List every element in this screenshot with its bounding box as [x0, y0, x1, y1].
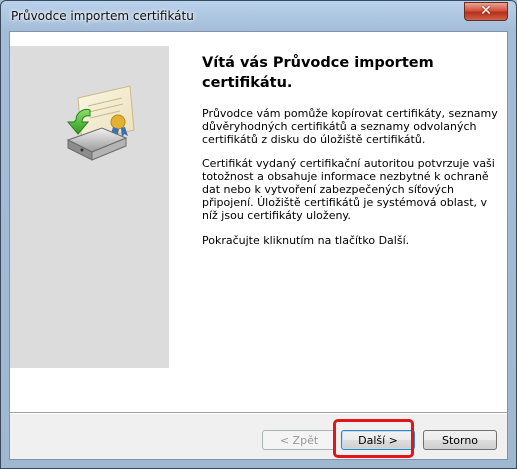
wizard-side-panel — [10, 46, 169, 368]
back-button[interactable]: < Zpět — [262, 430, 336, 450]
intro-paragraph: Průvodce vám pomůže kopírovat certifikát… — [202, 107, 498, 146]
wizard-main-area: Vítá vás Průvodce importem certifikátu. … — [169, 32, 507, 408]
close-icon: ✕ — [480, 3, 492, 19]
dialog-client-area: Vítá vás Průvodce importem certifikátu. … — [9, 31, 508, 460]
window-title: Průvodce importem certifikátu — [11, 9, 194, 23]
title-bar[interactable]: Průvodce importem certifikátu ✕ — [1, 1, 516, 31]
close-button[interactable]: ✕ — [464, 2, 508, 21]
next-button-highlight — [333, 419, 414, 458]
wizard-heading: Vítá vás Průvodce importem certifikátu. — [202, 55, 434, 91]
certificate-import-icon — [66, 85, 135, 161]
certificate-import-wizard-window: Průvodce importem certifikátu ✕ Vítá vás… — [0, 0, 517, 469]
description-paragraph: Certifikát vydaný certifikační autoritou… — [202, 157, 495, 222]
cancel-button[interactable]: Storno — [423, 430, 497, 450]
continue-instruction: Pokračujte kliknutím na tlačítko Další. — [202, 234, 410, 247]
